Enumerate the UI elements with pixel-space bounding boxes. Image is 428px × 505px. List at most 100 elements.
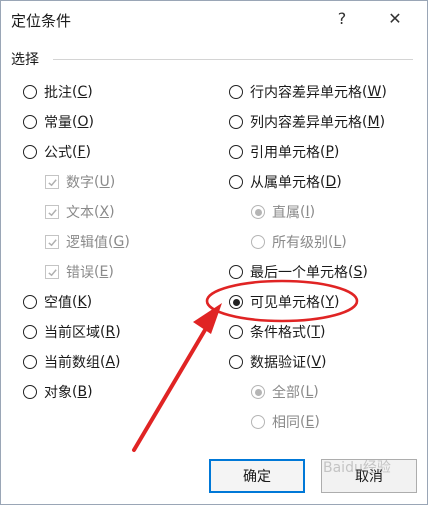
option-label: 条件格式 [250, 325, 306, 341]
access-key: B [77, 384, 88, 400]
radio-circle[interactable] [229, 355, 243, 369]
checkbox-box [45, 235, 59, 249]
access-key: M [367, 114, 380, 130]
radio-direct-only: 直属(I) [251, 201, 315, 223]
access-key: C [77, 84, 88, 100]
option-label: 当前区域 [44, 325, 100, 341]
radio-precedents[interactable]: 引用单元格(P) [229, 141, 339, 163]
access-key: L [305, 384, 314, 400]
access-key: P [325, 144, 334, 160]
cancel-button[interactable]: 取消 [321, 459, 417, 493]
option-label: 从属单元格 [250, 175, 320, 191]
radio-row-differences[interactable]: 行内容差异单元格(W) [229, 81, 387, 103]
checkbox-numbers: 数字(U) [45, 171, 115, 193]
option-label: 全部 [272, 385, 300, 401]
go-to-special-dialog: 定位条件 ? ✕ 选择 批注(C) 常量(O) 公式(F) 数字(U) 文本(X… [0, 0, 428, 505]
radio-constants[interactable]: 常量(O) [23, 111, 94, 133]
checkmark-icon [47, 208, 57, 216]
radio-current-array[interactable]: 当前数组(A) [23, 351, 121, 373]
access-key: W [367, 84, 382, 100]
access-key: X [99, 204, 110, 220]
checkmark-icon [47, 178, 57, 186]
radio-circle [251, 385, 265, 399]
close-button[interactable]: ✕ [383, 7, 407, 31]
option-label: 所有级别 [272, 235, 328, 251]
option-label: 错误 [66, 265, 94, 281]
checkbox-errors: 错误(E) [45, 261, 114, 283]
option-label: 批注 [44, 85, 72, 101]
checkbox-box [45, 175, 59, 189]
option-label: 逻辑值 [66, 235, 108, 251]
access-key: O [77, 114, 89, 130]
radio-visible-cells[interactable]: 可见单元格(Y) [229, 291, 340, 313]
access-key: I [305, 204, 310, 220]
checkbox-box [45, 265, 59, 279]
access-key: Y [325, 294, 335, 310]
option-label: 行内容差异单元格 [250, 85, 362, 101]
radio-comments[interactable]: 批注(C) [23, 81, 93, 103]
option-label: 可见单元格 [250, 295, 320, 311]
radio-circle[interactable] [23, 115, 37, 129]
help-button[interactable]: ? [331, 7, 353, 31]
radio-circle[interactable] [229, 325, 243, 339]
option-label: 直属 [272, 205, 300, 221]
access-key: V [311, 354, 322, 370]
radio-circle[interactable] [23, 355, 37, 369]
radio-circle[interactable] [229, 115, 243, 129]
radio-circle[interactable] [229, 175, 243, 189]
radio-validation-same: 相同(E) [251, 411, 320, 433]
ok-button[interactable]: 确定 [209, 459, 305, 493]
option-label: 数据验证 [250, 355, 306, 371]
option-label: 公式 [44, 145, 72, 161]
checkmark-icon [47, 268, 57, 276]
group-label: 选择 [11, 52, 39, 68]
access-key: G [113, 234, 125, 250]
radio-circle [251, 235, 265, 249]
checkbox-logicals: 逻辑值(G) [45, 231, 130, 253]
option-label: 相同 [272, 415, 300, 431]
option-label: 文本 [66, 205, 94, 221]
radio-circle[interactable] [229, 295, 243, 309]
radio-formulas[interactable]: 公式(F) [23, 141, 91, 163]
title-bar: 定位条件 ? ✕ [1, 1, 427, 37]
checkmark-icon [47, 238, 57, 246]
access-key: K [77, 294, 87, 310]
radio-circle[interactable] [23, 385, 37, 399]
radio-blanks[interactable]: 空值(K) [23, 291, 92, 313]
radio-circle[interactable] [23, 145, 37, 159]
option-label: 当前数组 [44, 355, 100, 371]
checkbox-box [45, 205, 59, 219]
group-divider [53, 59, 413, 60]
radio-all-levels: 所有级别(L) [251, 231, 347, 253]
access-key: R [105, 324, 116, 340]
radio-circle[interactable] [23, 85, 37, 99]
radio-circle[interactable] [229, 265, 243, 279]
option-label: 常量 [44, 115, 72, 131]
option-label: 列内容差异单元格 [250, 115, 362, 131]
radio-last-cell[interactable]: 最后一个单元格(S) [229, 261, 368, 283]
radio-data-validation[interactable]: 数据验证(V) [229, 351, 327, 373]
access-key: D [325, 174, 337, 190]
option-label: 引用单元格 [250, 145, 320, 161]
radio-dependents[interactable]: 从属单元格(D) [229, 171, 342, 193]
access-key: E [99, 264, 109, 280]
dialog-title: 定位条件 [11, 12, 72, 30]
option-label: 最后一个单元格 [250, 265, 348, 281]
radio-circle[interactable] [23, 295, 37, 309]
access-key: A [105, 354, 116, 370]
radio-circle[interactable] [229, 85, 243, 99]
radio-objects[interactable]: 对象(B) [23, 381, 93, 403]
radio-current-region[interactable]: 当前区域(R) [23, 321, 121, 343]
access-key: T [311, 324, 321, 340]
radio-column-differences[interactable]: 列内容差异单元格(M) [229, 111, 385, 133]
option-label: 空值 [44, 295, 72, 311]
access-key: L [333, 234, 342, 250]
access-key: F [77, 144, 86, 160]
radio-validation-all: 全部(L) [251, 381, 319, 403]
access-key: U [99, 174, 110, 190]
radio-circle[interactable] [229, 145, 243, 159]
option-label: 对象 [44, 385, 72, 401]
access-key: S [353, 264, 363, 280]
radio-circle[interactable] [23, 325, 37, 339]
radio-conditional-formats[interactable]: 条件格式(T) [229, 321, 326, 343]
